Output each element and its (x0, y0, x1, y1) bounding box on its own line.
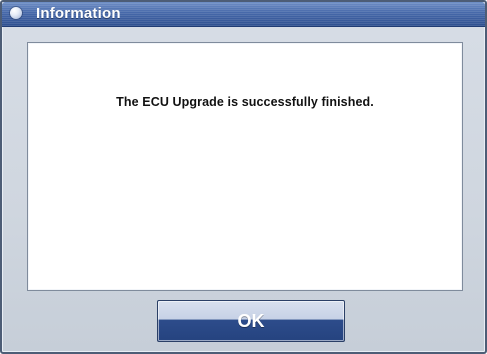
info-bullet-icon (10, 7, 22, 19)
ok-button-label: OK (237, 310, 265, 331)
dialog-title: Information (36, 5, 121, 22)
information-dialog: Information The ECU Upgrade is successfu… (0, 0, 487, 354)
title-bar[interactable]: Information (2, 2, 485, 27)
status-message: The ECU Upgrade is successfully finished… (116, 95, 374, 109)
message-panel: The ECU Upgrade is successfully finished… (27, 42, 463, 291)
ok-button[interactable]: OK (157, 300, 345, 342)
